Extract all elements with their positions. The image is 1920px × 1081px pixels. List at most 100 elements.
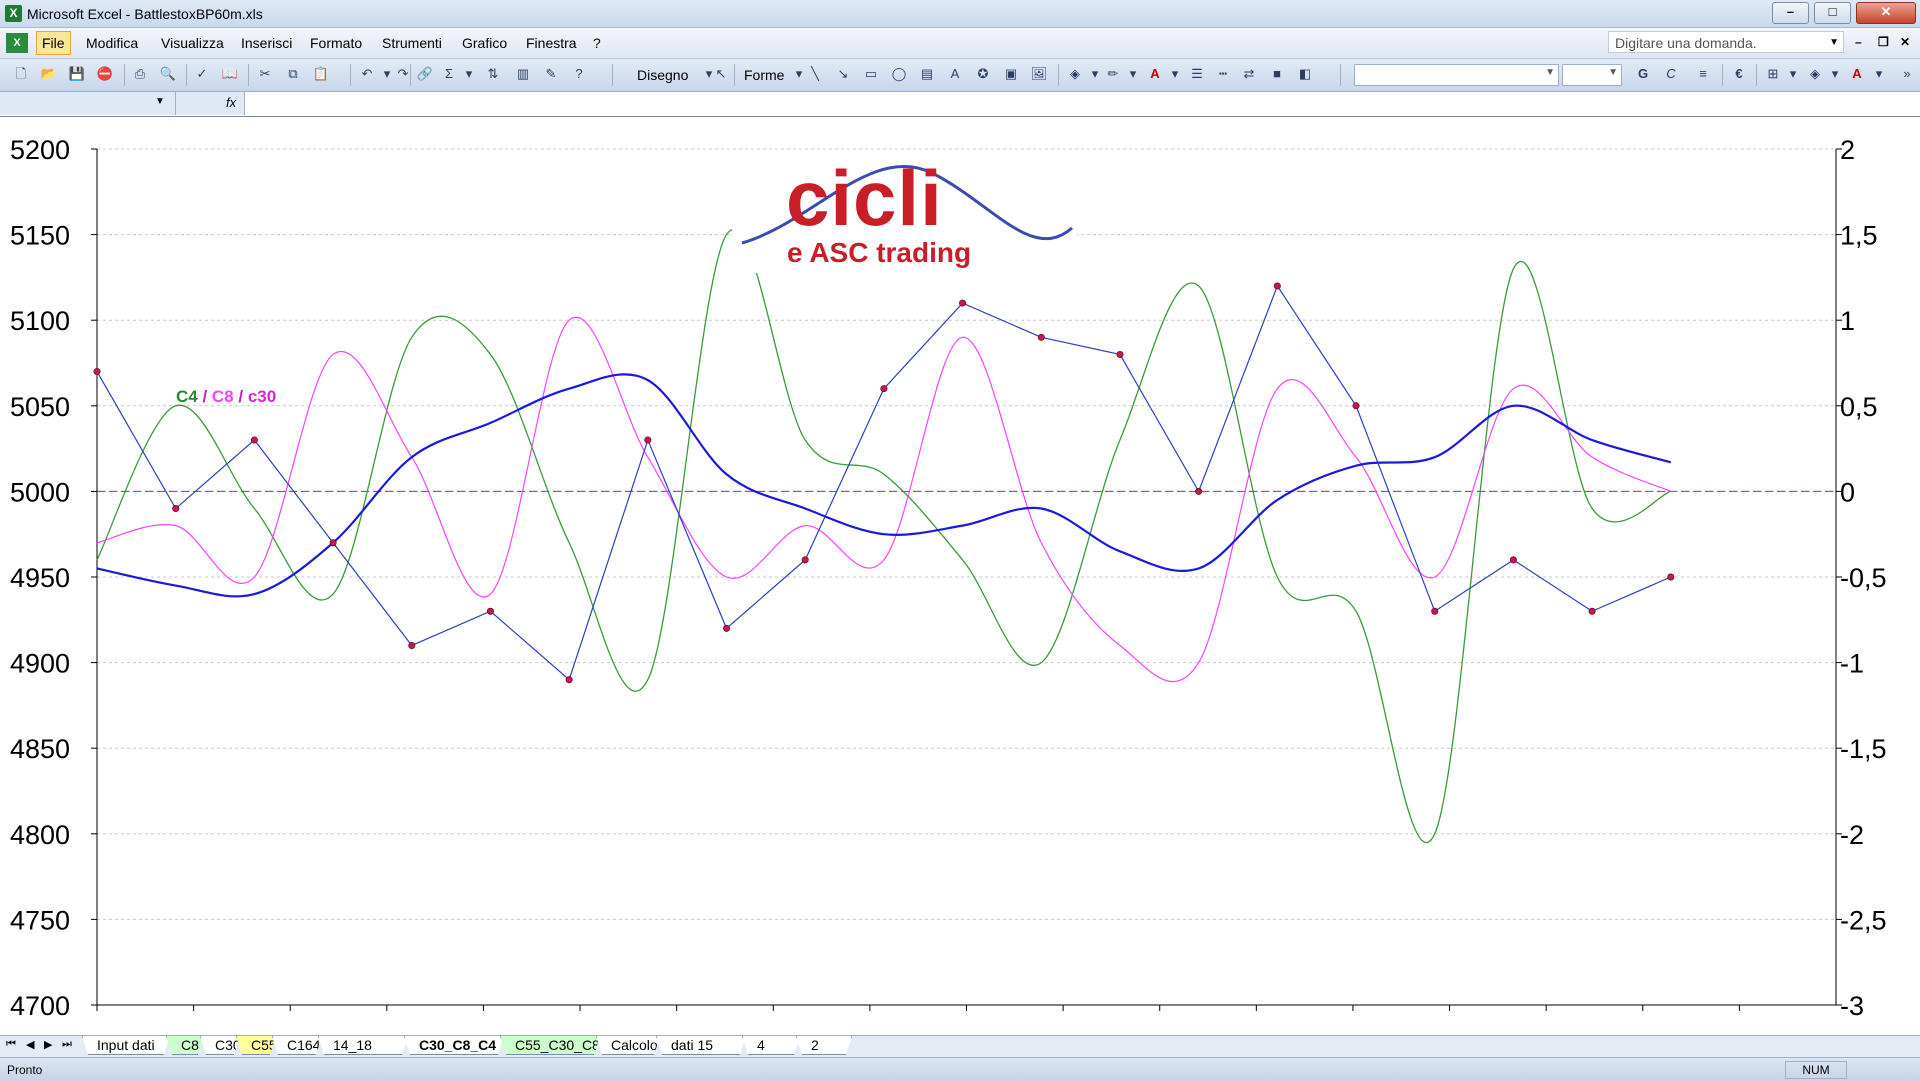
chevron-down-icon[interactable]: ▾ [1784,65,1802,83]
toolbar-options-icon[interactable]: » [1898,65,1916,83]
sheet-tab[interactable]: C164 [272,1036,322,1055]
currency-button[interactable]: € [1730,65,1748,83]
clipart-icon[interactable]: ▣ [1002,65,1020,83]
new-icon[interactable]: 🗋 [12,65,30,83]
font-color-icon[interactable]: A [1848,65,1866,83]
undo-icon[interactable]: ↶ [358,65,376,83]
logo: cicli e ASC trading [732,153,1077,273]
prev-sheet-icon[interactable]: ◀ [26,1038,34,1051]
open-icon[interactable]: 📂 [40,65,58,83]
menu-modifica[interactable]: Modifica [86,35,138,51]
sheet-tab[interactable]: 2 Anni [796,1036,852,1055]
draw-menu[interactable]: Disegno [637,67,688,83]
shapes-menu[interactable]: Forme [744,67,784,83]
chart-wizard-icon[interactable]: ▥ [514,65,532,83]
picture-icon[interactable]: 🖼 [1030,65,1048,83]
maximize-button[interactable]: □ [1814,2,1851,24]
hyperlink-icon[interactable]: 🔗 [416,65,434,83]
arrow-icon[interactable]: ↘ [834,65,852,83]
print-icon[interactable]: ⎙ [131,65,149,83]
sheet-tab[interactable]: 14_18 mesi [318,1036,408,1055]
drawing-icon[interactable]: ✎ [542,65,560,83]
menu-help[interactable]: ? [593,35,601,51]
spelling-icon[interactable]: ✓ [193,65,211,83]
menu-grafico[interactable]: Grafico [462,35,507,51]
paste-icon[interactable]: 📋 [312,65,330,83]
menu-formato[interactable]: Formato [310,35,362,51]
line-color-icon[interactable]: ✏ [1104,65,1122,83]
sheet-tab[interactable]: C30_C8_C4 [404,1036,504,1055]
chart-area[interactable]: 5200 2 5150 1,5 5100 1 5050 0,5 5000 0 4950 -0,5 490… [0,117,1920,1035]
borders-icon[interactable]: ⊞ [1764,65,1782,83]
sort-icon[interactable]: ⇅ [484,65,502,83]
textbox-icon[interactable]: ▤ [918,65,936,83]
save-icon[interactable]: 💾 [68,65,86,83]
next-sheet-icon[interactable]: ▶ [44,1038,52,1051]
menu-strumenti[interactable]: Strumenti [382,35,442,51]
bold-button[interactable]: G [1634,65,1652,83]
arrow-style-icon[interactable]: ⇄ [1240,65,1258,83]
font-color-icon[interactable]: A [1146,65,1164,83]
sheet-tab[interactable]: C30 [200,1036,240,1055]
autosum-icon[interactable]: Σ [440,65,458,83]
dash-style-icon[interactable]: ┅ [1214,65,1232,83]
help-search-input[interactable]: Digitare una domanda. ▼ [1608,31,1844,53]
fill-color-icon[interactable]: ◈ [1066,65,1084,83]
legend-sep: / [197,387,212,406]
left-tick-label: 4900 [10,649,70,679]
chevron-down-icon[interactable]: ▾ [460,65,478,83]
research-icon[interactable]: 📖 [221,65,239,83]
insert-function-button[interactable]: fx [176,92,245,115]
oval-icon[interactable]: ◯ [890,65,908,83]
fill-color-icon[interactable]: ◈ [1806,65,1824,83]
line-icon[interactable]: ╲ [806,65,824,83]
sheet-tab[interactable]: C8 [166,1036,204,1055]
doc-minimize-icon[interactable]: – [1855,35,1862,49]
menu-visualizza[interactable]: Visualizza [161,35,224,51]
chevron-down-icon[interactable]: ▾ [1826,65,1844,83]
rectangle-icon[interactable]: ▭ [862,65,880,83]
sheet-tab[interactable]: 4 Anni [742,1036,800,1055]
last-sheet-icon[interactable]: ⏭ [62,1038,72,1051]
price-point [1352,402,1360,410]
sheet-tab[interactable]: C55_C30_C8 [500,1036,600,1055]
font-size-select[interactable]: ▼ [1562,64,1622,86]
minimize-button[interactable]: – [1772,2,1809,24]
sheet-tab[interactable]: Calcolo [596,1036,660,1055]
doc-restore-icon[interactable]: ❐ [1878,35,1889,49]
chevron-down-icon[interactable]: ▼ [155,96,165,107]
sheet-tab[interactable]: C55 [236,1036,276,1055]
chevron-down-icon[interactable]: ▾ [1124,65,1142,83]
chevron-down-icon[interactable]: ▾ [1086,65,1104,83]
select-pointer-icon[interactable]: ↖ [712,65,730,83]
wordart-icon[interactable]: A [946,65,964,83]
menu-finestra[interactable]: Finestra [526,35,577,51]
chevron-down-icon[interactable]: ▾ [1870,65,1888,83]
permission-icon[interactable]: ⛔ [96,65,114,83]
close-button[interactable]: ✕ [1856,2,1916,24]
price-point [1431,607,1439,615]
align-center-icon[interactable]: ≡ [1694,65,1712,83]
shadow-icon[interactable]: ■ [1268,65,1286,83]
left-tick-label: 5050 [10,392,70,422]
chevron-down-icon[interactable]: ▼ [1829,32,1839,54]
menu-inserisci[interactable]: Inserisci [241,35,292,51]
doc-close-icon[interactable]: ✕ [1900,35,1910,49]
3d-icon[interactable]: ◧ [1296,65,1314,83]
menu-file[interactable]: File [36,31,71,55]
menu-bar: X File Modifica Visualizza Inserisci For… [0,28,1920,59]
print-preview-icon[interactable]: 🔍 [159,65,177,83]
italic-button[interactable]: C [1662,65,1680,83]
cut-icon[interactable]: ✂ [256,65,274,83]
help-icon[interactable]: ? [570,65,588,83]
line-style-icon[interactable]: ☰ [1188,65,1206,83]
first-sheet-icon[interactable]: ⏮ [6,1038,16,1051]
font-name-select[interactable]: ▼ [1354,64,1559,86]
sheet-tab[interactable]: dati 15 min [656,1036,746,1055]
chevron-down-icon[interactable]: ▾ [1166,65,1184,83]
copy-icon[interactable]: ⧉ [284,65,302,83]
workbook-icon[interactable]: X [6,33,28,53]
diagram-icon[interactable]: ✪ [974,65,992,83]
name-box[interactable]: ▼ [0,92,176,115]
sheet-tab[interactable]: Input dati [82,1036,170,1055]
